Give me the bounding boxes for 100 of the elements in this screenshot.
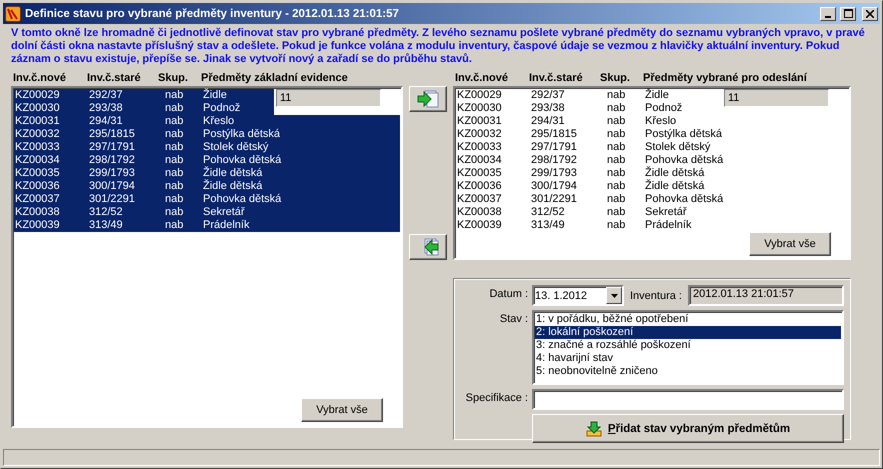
list-row[interactable]: KZ00036 300/1794 nab Židle dětská [14, 180, 400, 193]
list-cell-text: 294/31 [89, 115, 124, 128]
list-row[interactable]: KZ00038 312/52 nab Sekretář [14, 206, 400, 219]
list-cell-text: KZ00037 [15, 193, 61, 206]
list-cell-text: nab [165, 115, 184, 128]
list-cell-text: nab [165, 102, 184, 115]
list-row[interactable]: KZ00030 293/38 nab Podnož [14, 102, 274, 115]
list-cell-text: Prádelník [203, 219, 250, 232]
list-cell-text: Křeslo [203, 115, 236, 128]
inventory-field: 2012.01.13 21:01:57 [688, 285, 844, 306]
select-all-button[interactable]: Vybrat vše [301, 398, 383, 422]
list-cell-text: Pohovka dětská [645, 193, 724, 206]
list-cell-text: 295/1815 [89, 128, 136, 141]
download-tray-icon [586, 420, 602, 436]
column-header: Inv.č.nové [455, 72, 509, 86]
list-cell-text: nab [607, 141, 626, 154]
minimize-button[interactable] [820, 6, 836, 20]
count-field: 11 [276, 89, 381, 107]
list-row[interactable]: KZ00029 292/37 nab Židle [14, 89, 274, 102]
list-cell-text: 299/1793 [89, 167, 136, 180]
specification-label: Specifikace : [464, 391, 528, 404]
app-icon [5, 6, 21, 22]
list-row[interactable]: KZ00035 299/1793 nab Židle dětská [14, 167, 400, 180]
list-row[interactable]: KZ00032 295/1815 nab Postýlka dětská [14, 128, 400, 141]
state-list[interactable]: 1: v pořádku, běžné opotřebení 2: lokální poškození 3: značné a rozsáhlé poškození 4: havarijní stav 5: neobnovitelně zničeno [532, 310, 844, 385]
list-cell-text: Podnož [645, 102, 684, 115]
remove-items-button[interactable] [409, 234, 447, 260]
list-cell-text: nab [607, 206, 626, 219]
list-cell-text: KZ00030 [15, 102, 61, 115]
list-cell-text: KZ00030 [457, 102, 503, 115]
list-cell-text: KZ00038 [15, 206, 61, 219]
specification-field[interactable] [532, 389, 844, 410]
list-row[interactable]: KZ00039 313/49 nab Prádelník [14, 219, 400, 232]
date-picker[interactable]: 13. 1.2012 [532, 285, 624, 306]
list-cell-text: 293/38 [531, 102, 566, 115]
list-cell-text: 295/1815 [531, 128, 578, 141]
count-field: 11 [724, 89, 829, 107]
list-cell-text: 297/1791 [531, 141, 578, 154]
date-label: Datum : [488, 287, 528, 300]
minimize-icon [825, 16, 831, 18]
list-cell-text: 301/2291 [89, 193, 136, 206]
list-cell-text: nab [165, 193, 184, 206]
list-cell-text: KZ00035 [457, 167, 503, 180]
select-all-button[interactable]: Vybrat vše [749, 232, 831, 256]
state-label: Stav : [498, 312, 528, 325]
item-list[interactable] [453, 86, 851, 260]
list-cell-text: nab [607, 219, 626, 232]
info-text: V tomto okně lze hromadně či jednotlivě definovat stav pro vybrané předměty. Z levého seznamu pošlete vybrané předměty do seznamu vybraných vpravo, v pravé dolní části okna nastavte příslušný stav a odešlete. Pokud je funkce volána z modulu inventury, časpové údaje se vezmou z hlavičky aktuální inventury. Pokud záznam o stavu existuje, přepíše se. Jinak se vytvoří nový a zařadí se do průběhu stavů. [11, 27, 866, 66]
list-row[interactable]: KZ00033 297/1791 nab Stolek dětský [14, 141, 400, 154]
list-cell-text: Židle dětská [203, 167, 264, 179]
column-header: Inv.č.staré [87, 72, 142, 86]
list-cell-text: 294/31 [531, 115, 566, 128]
list-cell-text: nab [165, 128, 184, 141]
list-cell-text: 312/52 [531, 206, 566, 219]
list-cell-text: KZ00032 [15, 128, 61, 141]
add-state-button[interactable]: Přidat stav vybraným předmětům [532, 414, 844, 443]
list-row[interactable]: KZ00034 298/1792 nab Pohovka dětská [14, 154, 400, 167]
list-cell-text: KZ00039 [15, 219, 61, 232]
list-row[interactable]: KZ00037 301/2291 nab Pohovka dětská [14, 193, 400, 206]
list-cell-text: nab [607, 102, 626, 115]
state-option[interactable]: 2: lokální poškození [535, 326, 841, 339]
list-cell-text: 298/1792 [89, 154, 136, 167]
window-title: Definice stavu pro vybrané předměty inventury - 2012.01.13 21:01:57 [25, 8, 400, 20]
list-row[interactable]: KZ00031 294/31 nab Křeslo [14, 115, 400, 128]
column-header: Skup. [158, 72, 189, 86]
list-cell-text: nab [607, 115, 626, 128]
list-cell-text: nab [165, 219, 184, 232]
list-cell-text: nab [165, 180, 184, 193]
list-cell-text: nab [165, 206, 184, 219]
list-cell-text: KZ00033 [457, 141, 503, 154]
list-cell-text: nab [165, 167, 184, 180]
close-button[interactable] [862, 6, 878, 20]
list-cell-text: nab [607, 167, 626, 180]
list-cell-text: 299/1793 [531, 167, 578, 180]
item-list[interactable] [11, 86, 403, 428]
list-cell-text: KZ00036 [15, 180, 61, 193]
list-cell-text: Židle dětská [645, 180, 706, 193]
list-cell-text: KZ00031 [457, 115, 503, 128]
list-cell-text: nab [165, 141, 184, 154]
list-cell-text: nab [165, 89, 184, 102]
list-cell-text: Podnož [203, 102, 242, 115]
add-items-button[interactable] [409, 86, 447, 112]
list-cell-text: nab [607, 193, 626, 206]
column-header: Předměty vybrané pro odeslání [643, 72, 808, 86]
dropdown-icon [610, 294, 618, 298]
list-cell-text: nab [607, 154, 626, 167]
list-cell-text: 292/37 [531, 89, 566, 102]
list-cell-text: 300/1794 [531, 180, 578, 193]
list-cell-text: KZ00034 [457, 154, 503, 167]
close-icon [866, 10, 874, 18]
arrow-right-icon [417, 89, 439, 109]
maximize-button[interactable] [840, 6, 856, 20]
list-cell-text: Sekretář [203, 206, 246, 219]
list-cell-text: 301/2291 [531, 193, 578, 206]
list-cell-text: 297/1791 [89, 141, 136, 154]
list-cell-text: Stolek dětský [203, 141, 270, 154]
list-cell-text: Židle [645, 89, 670, 102]
list-cell-text: 292/37 [89, 89, 124, 102]
maximize-icon [844, 9, 852, 18]
list-cell-text: Křeslo [645, 115, 678, 128]
